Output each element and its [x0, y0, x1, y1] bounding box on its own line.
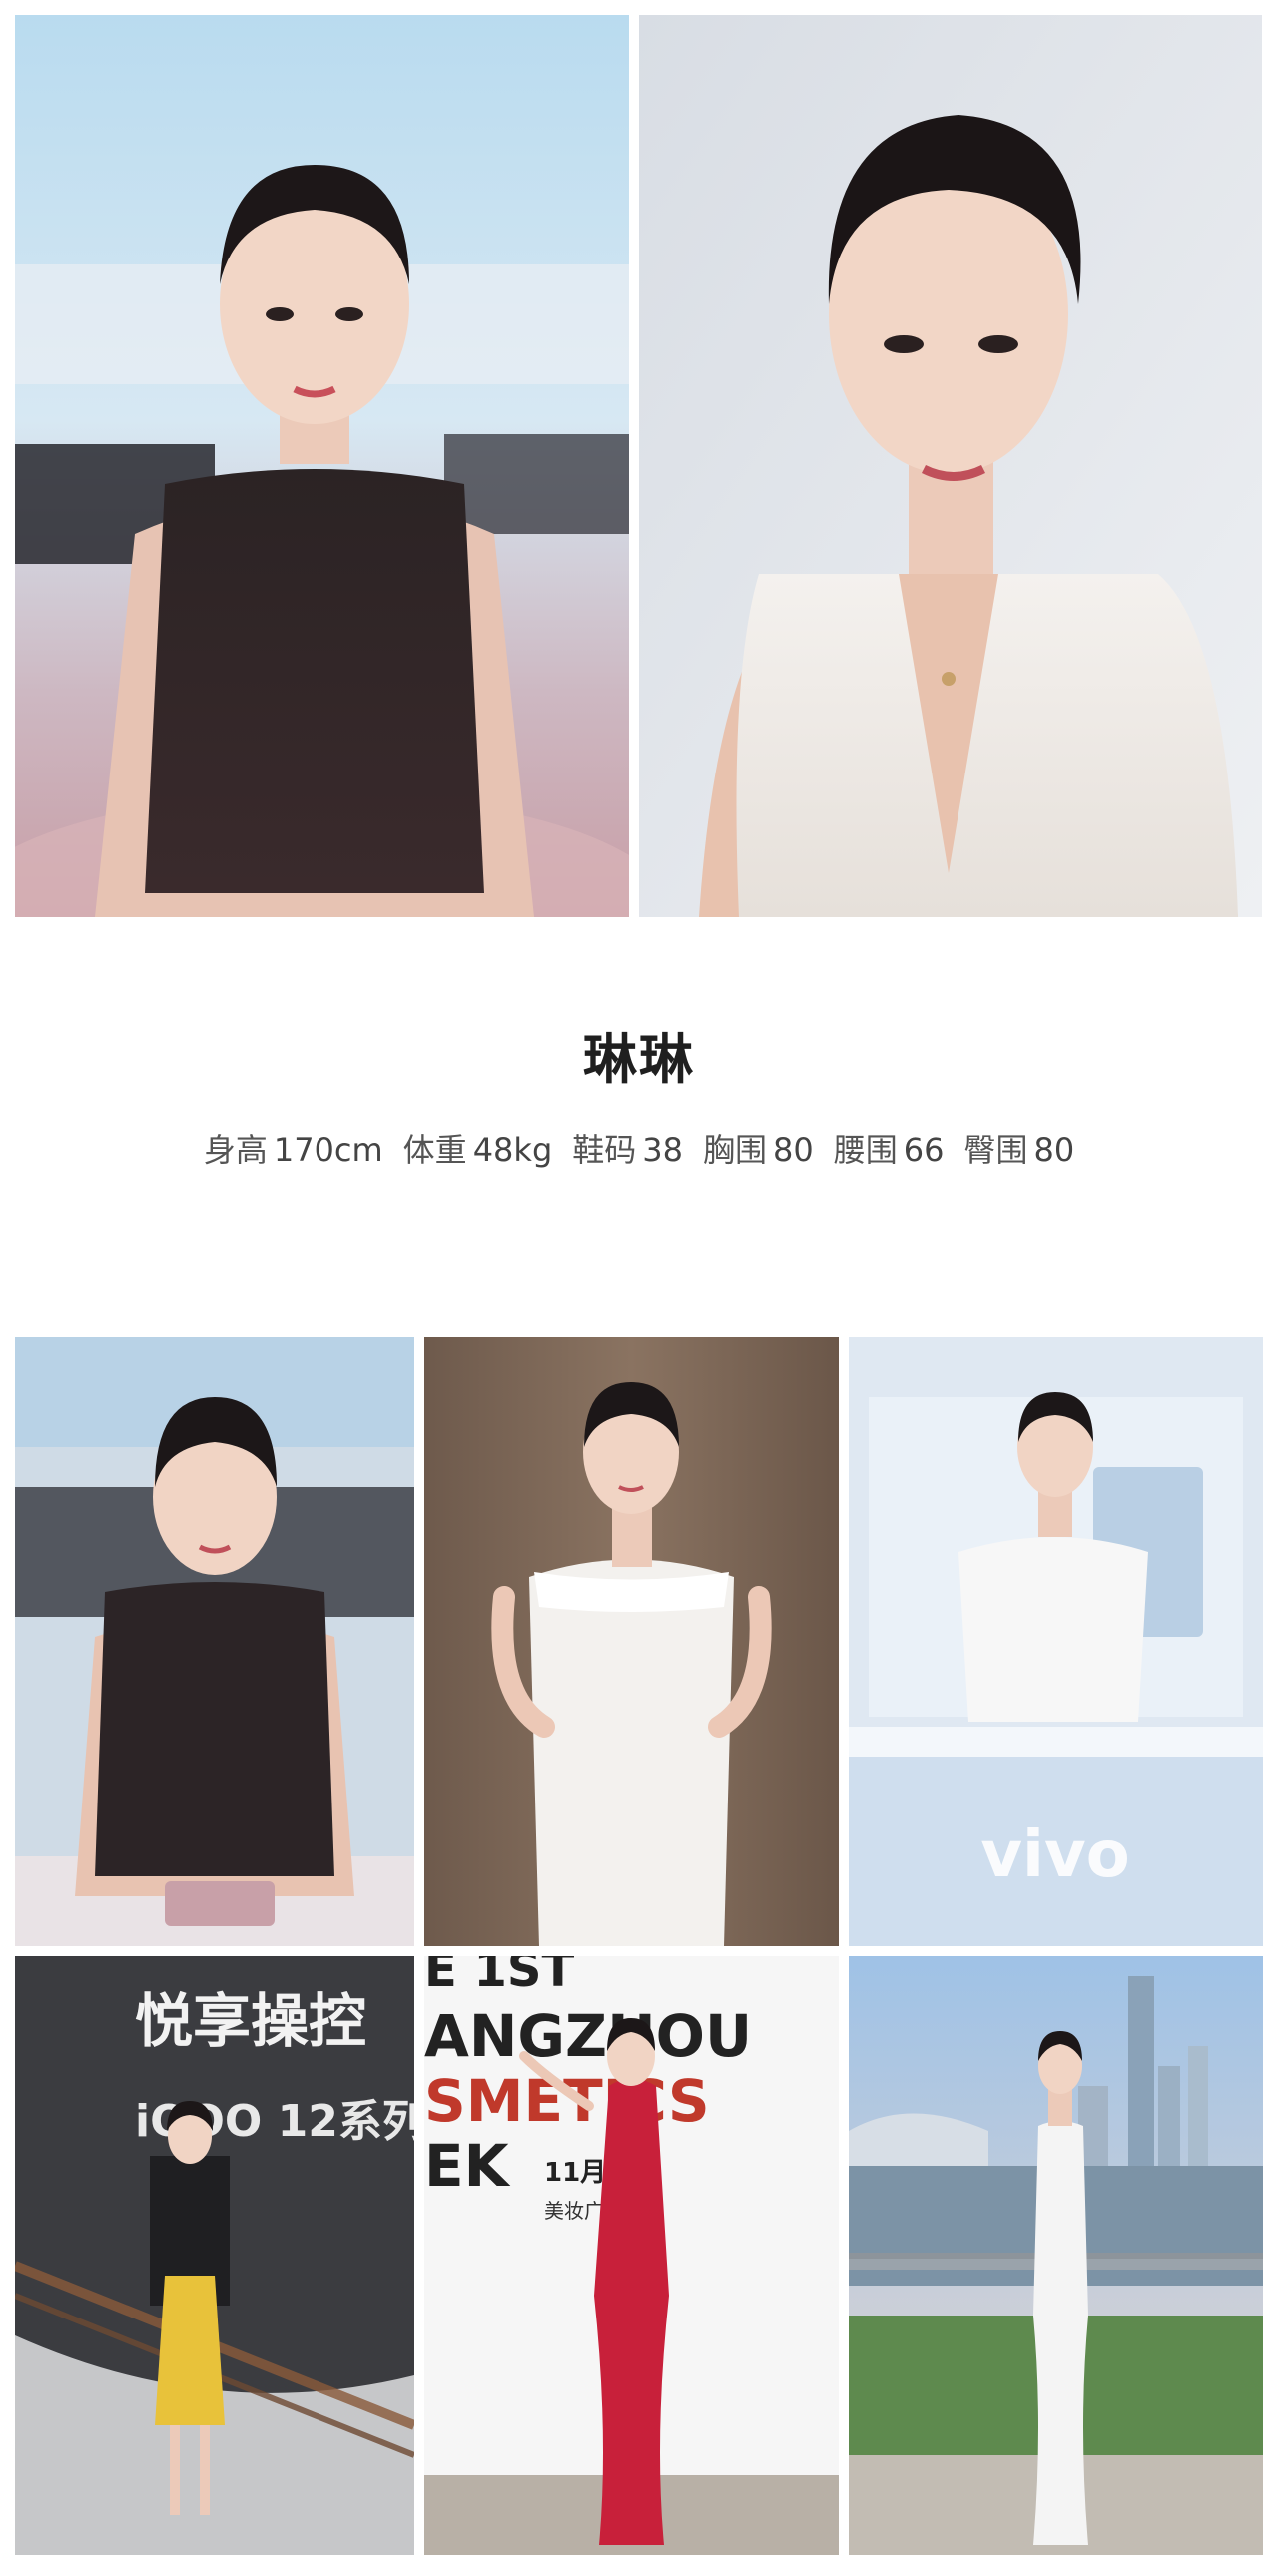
portrait-illustration [15, 15, 629, 917]
stat-value: 48kg [472, 1130, 553, 1169]
stat-shoe-size: 鞋码 38 [572, 1131, 683, 1169]
stat-height: 身高 170cm [204, 1131, 383, 1169]
iqoo-headline-text: 悦享操控 [135, 1987, 366, 2055]
cosmetics-sign-line1: E 1ST [424, 1956, 574, 1998]
gallery-photo-iqoo-event[interactable]: 悦享操控 iQOO 12系列 [15, 1956, 414, 2555]
stat-label: 身高 [203, 1130, 268, 1169]
stat-value: 38 [642, 1130, 683, 1169]
profile-section: 琳琳 身高 170cm 体重 48kg 鞋码 38 胸围 80 腰围 66 臀围… [0, 1028, 1278, 1169]
stat-bust: 胸围 80 [703, 1131, 814, 1169]
stat-weight: 体重 48kg [403, 1131, 553, 1169]
gallery-photo-riverside[interactable] [849, 1956, 1263, 2555]
portrait-photo-white-dress[interactable] [639, 15, 1262, 917]
gallery-photo-auto-show[interactable] [15, 1337, 414, 1946]
stat-label: 体重 [402, 1130, 467, 1169]
gallery-photo-white-offshoulder[interactable] [424, 1337, 839, 1946]
stat-value: 80 [773, 1130, 814, 1169]
gallery-photo-cosmetics-week[interactable]: E 1ST ANGZHOU SMETICS EK 11月1日 美妆广州 · 2 [424, 1956, 839, 2555]
stat-value: 170cm [273, 1130, 383, 1169]
photo-illustration: 悦享操控 iQOO 12系列 [15, 1956, 414, 2555]
cosmetics-sign-line2: ANGZHOU [424, 2002, 752, 2070]
stat-hips: 臀围 80 [963, 1131, 1074, 1169]
profile-stats: 身高 170cm 体重 48kg 鞋码 38 胸围 80 腰围 66 臀围 80 [0, 1131, 1278, 1169]
stat-value: 66 [903, 1130, 945, 1169]
stat-label: 腰围 [833, 1130, 898, 1169]
profile-name: 琳琳 [583, 1028, 695, 1091]
vivo-sign-text: vivo [980, 1818, 1129, 1892]
photo-illustration: E 1ST ANGZHOU SMETICS EK 11月1日 美妆广州 · 2 [424, 1956, 839, 2555]
photo-illustration: vivo [849, 1337, 1263, 1946]
photo-illustration [15, 1337, 414, 1946]
portrait-illustration [639, 15, 1262, 917]
stat-waist: 腰围 66 [834, 1131, 945, 1169]
stat-label: 胸围 [702, 1130, 767, 1169]
stat-label: 鞋码 [572, 1130, 637, 1169]
photo-illustration [849, 1956, 1263, 2555]
portrait-photo-black-dress[interactable] [15, 15, 629, 917]
gallery-photo-vivo-booth[interactable]: vivo [849, 1337, 1263, 1946]
stat-label: 臀围 [963, 1130, 1028, 1169]
stat-value: 80 [1033, 1130, 1075, 1169]
cosmetics-sign-line3: SMETICS [424, 2067, 710, 2135]
cosmetics-sign-line4: EK [424, 2132, 511, 2200]
photo-illustration [424, 1337, 839, 1946]
